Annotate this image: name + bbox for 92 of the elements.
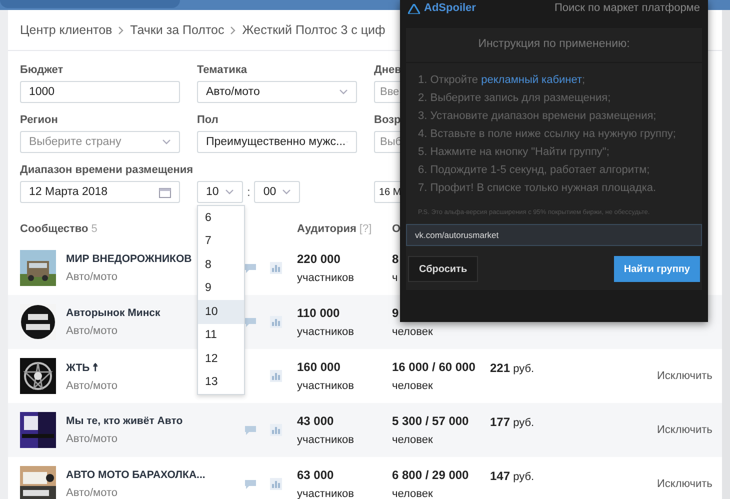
stats-icon[interactable]: [270, 424, 282, 436]
column-header: Сообщество: [20, 223, 88, 235]
instruction-step: 4. Вставьте в поле ниже ссылку на нужную группу;: [418, 127, 690, 141]
column-header: Аудитория: [297, 223, 356, 235]
hour-select[interactable]: 10: [197, 181, 243, 203]
logo-icon: [408, 4, 420, 14]
community-name[interactable]: АВТО МОТО БАРАХОЛКА...: [66, 469, 206, 481]
hour-option[interactable]: 9: [198, 276, 244, 300]
price: 177 руб.: [490, 414, 536, 429]
instruction-step: 5. Нажмите на кнопку "Найти группу";: [418, 145, 690, 159]
coverage-unit: человек: [392, 380, 433, 392]
hour-option[interactable]: 6: [198, 206, 244, 230]
audience-unit: участников: [297, 434, 354, 446]
group-url-field[interactable]: vk.com/autorusmarket: [406, 224, 702, 246]
hour-option[interactable]: 10: [198, 300, 244, 324]
instruction-step: 6. Подождите 1-5 секунд, работает алгоритм;: [418, 163, 690, 177]
caret-icon: [339, 89, 348, 95]
reset-button[interactable]: Сбросить: [408, 256, 478, 282]
audience-unit: участников: [297, 326, 354, 338]
instruction-step: 2. Выберите запись для размещения;: [418, 91, 690, 105]
popup-subtitle: Поиск по маркет платформе: [554, 2, 700, 14]
calendar-icon: [159, 186, 171, 198]
field-label: Тематика: [197, 63, 248, 77]
coverage-count: 6 800 / 29 000: [392, 468, 469, 482]
audience-count: 43 000: [297, 414, 334, 428]
chevron-icon: [118, 26, 124, 34]
instruction-step: 1. Откройте рекламный кабинет;: [418, 73, 690, 87]
audience-count: 110 000: [297, 306, 340, 320]
instruction-step: 3. Установите диапазон времени размещения;: [418, 109, 690, 123]
audience-unit: участников: [297, 272, 354, 284]
audience-unit: участников: [297, 488, 354, 499]
hour-option[interactable]: 8: [198, 253, 244, 276]
audience-count: 220 000: [297, 252, 340, 266]
coverage-count: 8: [392, 252, 399, 266]
audience-count: 63 000: [297, 468, 334, 482]
comment-icon[interactable]: [245, 480, 256, 488]
budget-field[interactable]: 1000: [20, 81, 180, 103]
stats-icon[interactable]: [270, 478, 282, 490]
coverage-unit: ч: [392, 272, 398, 284]
date-field[interactable]: 12 Марта 2018: [20, 181, 180, 203]
time-separator: :: [247, 185, 250, 199]
breadcrumb-link[interactable]: Центр клиентов: [20, 23, 112, 37]
region-select[interactable]: Выберите страну: [20, 131, 180, 153]
breadcrumb-link[interactable]: Тачки за Полтос: [130, 23, 224, 37]
chevron-icon: [230, 26, 236, 34]
coverage-unit: человек: [392, 434, 433, 446]
stats-icon[interactable]: [270, 370, 282, 382]
instruction-title: Инструкция по применению:: [406, 28, 702, 63]
audience-unit: участников: [297, 380, 354, 392]
caret-icon: [225, 189, 234, 195]
comment-icon[interactable]: [245, 426, 256, 434]
community-category: Авто/мото: [66, 325, 118, 337]
coverage-count: 16 000 / 60 000: [392, 360, 476, 374]
price: 221 руб.: [490, 360, 536, 375]
coverage-count: 5 300 / 57 000: [392, 414, 469, 428]
coverage-count: 9: [392, 306, 399, 320]
community-name[interactable]: МИР ВНЕДОРОЖНИКОВ: [66, 253, 192, 265]
community-category: Авто/мото: [66, 433, 118, 445]
field-label: Бюджет: [20, 63, 64, 77]
gender-select[interactable]: Преимущественно мужс...: [197, 131, 357, 153]
caret-icon: [162, 139, 171, 145]
hour-option[interactable]: 12: [198, 347, 244, 370]
community-category: Авто/мото: [66, 380, 118, 392]
stats-icon[interactable]: [270, 262, 282, 274]
field-label: Пол: [197, 113, 218, 127]
community-name[interactable]: Мы те, кто живёт Авто: [66, 415, 183, 427]
audience-count: 160 000: [297, 360, 340, 374]
ad-cabinet-link[interactable]: рекламный кабинет: [481, 74, 582, 86]
field-label: Диапазон времени размещения: [20, 163, 194, 177]
comment-icon[interactable]: [245, 264, 256, 272]
hour-option[interactable]: 13: [198, 370, 244, 394]
hour-option[interactable]: 7: [198, 230, 244, 253]
coverage-unit: человек: [392, 488, 433, 499]
community-category: Авто/мото: [66, 487, 118, 499]
field-label: Днев: [374, 63, 402, 77]
field-label: Возр: [374, 113, 401, 127]
community-name[interactable]: ЖТЬ ☨: [66, 360, 99, 374]
hour-option[interactable]: 11: [198, 324, 244, 347]
breadcrumb-link[interactable]: Жесткий Полтос 3 с циф: [242, 23, 386, 37]
community-category: Авто/мото: [66, 271, 118, 283]
community-name[interactable]: Авторынок Минск: [66, 307, 160, 319]
brand-name: AdSpoiler: [424, 2, 476, 14]
topic-select[interactable]: Авто/мото: [197, 81, 357, 103]
comment-icon[interactable]: [245, 318, 256, 326]
coverage-unit: человек: [392, 326, 433, 338]
price: 147 руб.: [490, 468, 536, 483]
minute-select[interactable]: 00: [254, 181, 300, 203]
stats-icon[interactable]: [270, 316, 282, 328]
caret-icon: [282, 189, 292, 195]
instruction-step: 7. Профит! В списке только нужная площадка.: [418, 181, 690, 195]
community-count: 5: [91, 223, 98, 235]
field-label: Регион: [20, 113, 58, 127]
